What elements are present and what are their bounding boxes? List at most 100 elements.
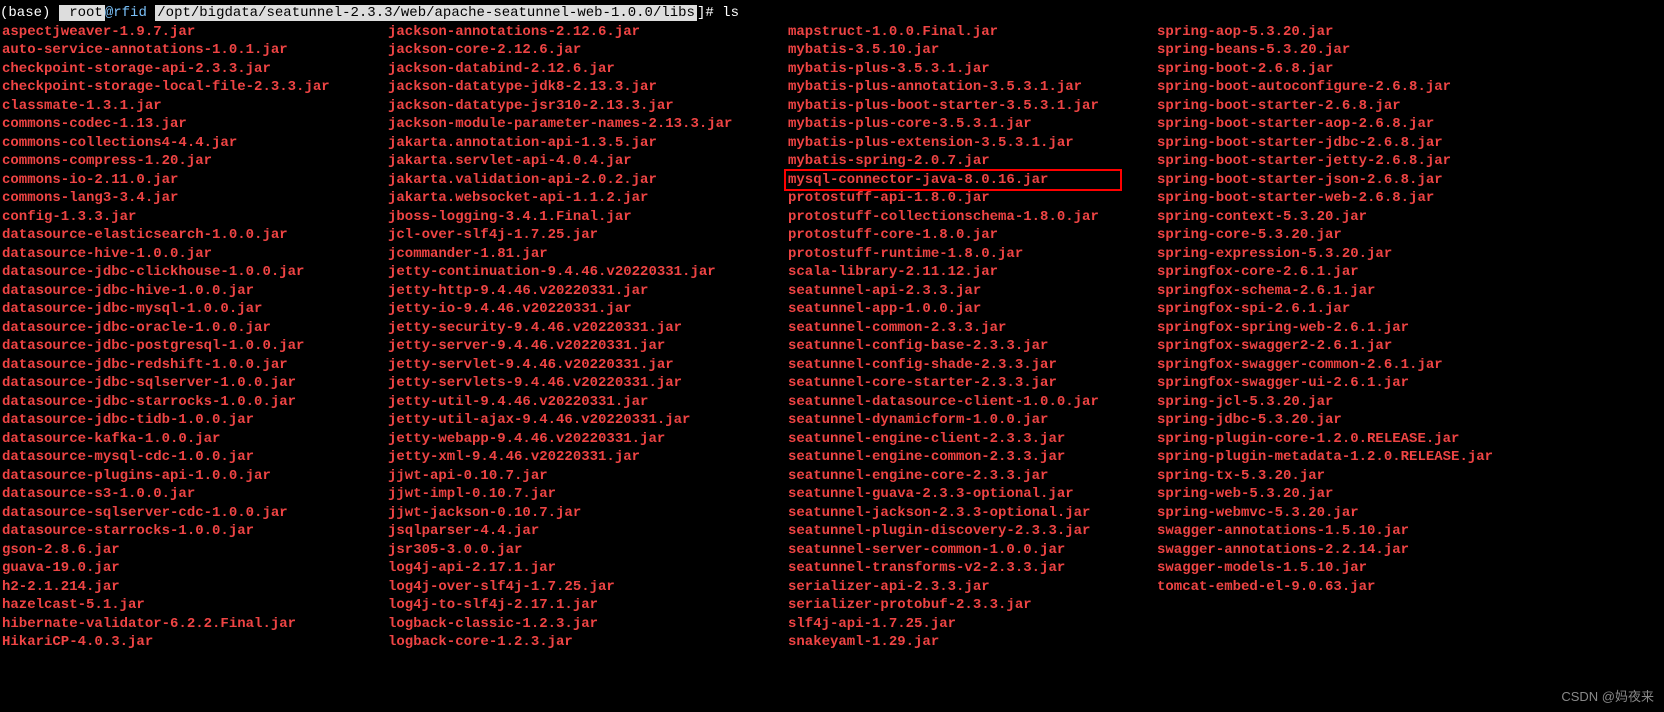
prompt-suffix: ]#: [697, 5, 722, 21]
file-entry: spring-boot-starter-web-2.6.8.jar: [1155, 189, 1664, 208]
file-entry: datasource-jdbc-starrocks-1.0.0.jar: [0, 393, 386, 412]
file-entry: seatunnel-plugin-discovery-2.3.3.jar: [786, 522, 1155, 541]
file-entry: spring-boot-starter-2.6.8.jar: [1155, 97, 1664, 116]
file-entry: springfox-schema-2.6.1.jar: [1155, 282, 1664, 301]
file-entry: commons-io-2.11.0.jar: [0, 171, 386, 190]
file-entry: slf4j-api-1.7.25.jar: [786, 615, 1155, 634]
file-entry: datasource-s3-1.0.0.jar: [0, 485, 386, 504]
file-entry: protostuff-api-1.8.0.jar: [786, 189, 1155, 208]
file-entry: jackson-annotations-2.12.6.jar: [386, 23, 786, 42]
env-prefix: (base): [0, 5, 50, 21]
watermark: CSDN @妈夜来: [1561, 688, 1654, 707]
file-entry: protostuff-collectionschema-1.8.0.jar: [786, 208, 1155, 227]
file-entry: jetty-util-ajax-9.4.46.v20220331.jar: [386, 411, 786, 430]
ls-output: aspectjweaver-1.9.7.jarauto-service-anno…: [0, 23, 1664, 652]
file-entry: checkpoint-storage-api-2.3.3.jar: [0, 60, 386, 79]
file-entry: mybatis-plus-core-3.5.3.1.jar: [786, 115, 1155, 134]
file-entry: seatunnel-engine-client-2.3.3.jar: [786, 430, 1155, 449]
file-entry: spring-tx-5.3.20.jar: [1155, 467, 1664, 486]
file-entry: spring-plugin-metadata-1.2.0.RELEASE.jar: [1155, 448, 1664, 467]
file-entry: serializer-api-2.3.3.jar: [786, 578, 1155, 597]
file-entry: snakeyaml-1.29.jar: [786, 633, 1155, 652]
file-entry: datasource-jdbc-tidb-1.0.0.jar: [0, 411, 386, 430]
file-entry: jakarta.annotation-api-1.3.5.jar: [386, 134, 786, 153]
file-entry: jetty-webapp-9.4.46.v20220331.jar: [386, 430, 786, 449]
file-entry: serializer-protobuf-2.3.3.jar: [786, 596, 1155, 615]
file-entry: jetty-servlets-9.4.46.v20220331.jar: [386, 374, 786, 393]
file-entry: spring-expression-5.3.20.jar: [1155, 245, 1664, 264]
file-entry: swagger-annotations-1.5.10.jar: [1155, 522, 1664, 541]
file-entry: datasource-mysql-cdc-1.0.0.jar: [0, 448, 386, 467]
file-entry: datasource-plugins-api-1.0.0.jar: [0, 467, 386, 486]
file-entry: seatunnel-server-common-1.0.0.jar: [786, 541, 1155, 560]
file-entry: aspectjweaver-1.9.7.jar: [0, 23, 386, 42]
file-entry: HikariCP-4.0.3.jar: [0, 633, 386, 652]
file-entry: seatunnel-transforms-v2-2.3.3.jar: [786, 559, 1155, 578]
file-entry: jackson-databind-2.12.6.jar: [386, 60, 786, 79]
host: @rfid: [105, 5, 155, 21]
file-entry: swagger-annotations-2.2.14.jar: [1155, 541, 1664, 560]
file-entry: scala-library-2.11.12.jar: [786, 263, 1155, 282]
file-entry: commons-compress-1.20.jar: [0, 152, 386, 171]
file-entry: log4j-api-2.17.1.jar: [386, 559, 786, 578]
file-entry: mybatis-plus-3.5.3.1.jar: [786, 60, 1155, 79]
file-entry: spring-boot-starter-jdbc-2.6.8.jar: [1155, 134, 1664, 153]
file-entry: jetty-server-9.4.46.v20220331.jar: [386, 337, 786, 356]
file-entry: datasource-starrocks-1.0.0.jar: [0, 522, 386, 541]
file-entry: jetty-security-9.4.46.v20220331.jar: [386, 319, 786, 338]
file-entry: seatunnel-jackson-2.3.3-optional.jar: [786, 504, 1155, 523]
file-entry: datasource-jdbc-mysql-1.0.0.jar: [0, 300, 386, 319]
file-entry: mybatis-3.5.10.jar: [786, 41, 1155, 60]
file-entry: protostuff-core-1.8.0.jar: [786, 226, 1155, 245]
file-entry: logback-classic-1.2.3.jar: [386, 615, 786, 634]
file-entry: classmate-1.3.1.jar: [0, 97, 386, 116]
file-entry: commons-lang3-3.4.jar: [0, 189, 386, 208]
file-entry: spring-webmvc-5.3.20.jar: [1155, 504, 1664, 523]
file-entry: seatunnel-datasource-client-1.0.0.jar: [786, 393, 1155, 412]
terminal[interactable]: (base) root@rfid /opt/bigdata/seatunnel-…: [0, 0, 1664, 652]
file-entry: gson-2.8.6.jar: [0, 541, 386, 560]
file-entry: springfox-swagger-common-2.6.1.jar: [1155, 356, 1664, 375]
file-entry: seatunnel-app-1.0.0.jar: [786, 300, 1155, 319]
file-entry: datasource-jdbc-postgresql-1.0.0.jar: [0, 337, 386, 356]
command: ls: [722, 5, 739, 21]
file-entry: jakarta.websocket-api-1.1.2.jar: [386, 189, 786, 208]
file-entry: springfox-spring-web-2.6.1.jar: [1155, 319, 1664, 338]
file-entry: hibernate-validator-6.2.2.Final.jar: [0, 615, 386, 634]
file-entry: seatunnel-engine-common-2.3.3.jar: [786, 448, 1155, 467]
file-column-1: aspectjweaver-1.9.7.jarauto-service-anno…: [0, 23, 386, 652]
file-entry: spring-web-5.3.20.jar: [1155, 485, 1664, 504]
file-entry: datasource-kafka-1.0.0.jar: [0, 430, 386, 449]
file-entry: datasource-hive-1.0.0.jar: [0, 245, 386, 264]
file-entry: spring-boot-starter-json-2.6.8.jar: [1155, 171, 1664, 190]
file-entry: tomcat-embed-el-9.0.63.jar: [1155, 578, 1664, 597]
file-entry: jakarta.validation-api-2.0.2.jar: [386, 171, 786, 190]
file-entry: datasource-jdbc-clickhouse-1.0.0.jar: [0, 263, 386, 282]
file-column-3: mapstruct-1.0.0.Final.jarmybatis-3.5.10.…: [786, 23, 1155, 652]
file-entry: jsqlparser-4.4.jar: [386, 522, 786, 541]
file-entry: seatunnel-core-starter-2.3.3.jar: [786, 374, 1155, 393]
file-entry: log4j-to-slf4j-2.17.1.jar: [386, 596, 786, 615]
file-entry: h2-2.1.214.jar: [0, 578, 386, 597]
file-entry: jetty-io-9.4.46.v20220331.jar: [386, 300, 786, 319]
file-entry: spring-plugin-core-1.2.0.RELEASE.jar: [1155, 430, 1664, 449]
file-entry: checkpoint-storage-local-file-2.3.3.jar: [0, 78, 386, 97]
file-entry: spring-boot-2.6.8.jar: [1155, 60, 1664, 79]
file-entry: jetty-util-9.4.46.v20220331.jar: [386, 393, 786, 412]
file-entry: swagger-models-1.5.10.jar: [1155, 559, 1664, 578]
file-entry: springfox-core-2.6.1.jar: [1155, 263, 1664, 282]
file-entry: jetty-http-9.4.46.v20220331.jar: [386, 282, 786, 301]
file-entry: guava-19.0.jar: [0, 559, 386, 578]
file-entry: springfox-swagger-ui-2.6.1.jar: [1155, 374, 1664, 393]
file-entry: spring-jcl-5.3.20.jar: [1155, 393, 1664, 412]
file-entry: hazelcast-5.1.jar: [0, 596, 386, 615]
file-entry: mybatis-plus-annotation-3.5.3.1.jar: [786, 78, 1155, 97]
file-entry: log4j-over-slf4j-1.7.25.jar: [386, 578, 786, 597]
file-entry: seatunnel-common-2.3.3.jar: [786, 319, 1155, 338]
file-entry: springfox-swagger2-2.6.1.jar: [1155, 337, 1664, 356]
cwd-path: /opt/bigdata/seatunnel-2.3.3/web/apache-…: [155, 5, 697, 21]
file-entry: jetty-xml-9.4.46.v20220331.jar: [386, 448, 786, 467]
file-entry: seatunnel-config-shade-2.3.3.jar: [786, 356, 1155, 375]
file-entry: datasource-jdbc-sqlserver-1.0.0.jar: [0, 374, 386, 393]
file-entry: spring-core-5.3.20.jar: [1155, 226, 1664, 245]
